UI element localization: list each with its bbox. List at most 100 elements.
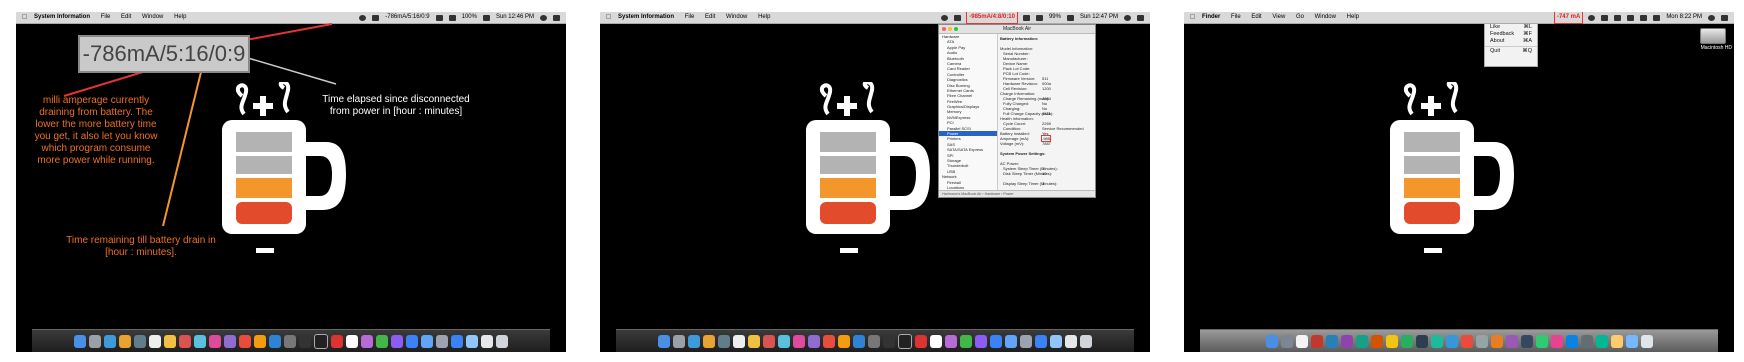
- menu-view[interactable]: View: [1272, 14, 1285, 20]
- finder-icon[interactable]: [658, 334, 670, 348]
- app-icon[interactable]: [990, 334, 1002, 348]
- menu-go[interactable]: Go: [1296, 14, 1304, 20]
- app-icon[interactable]: [1415, 334, 1428, 348]
- app-icon[interactable]: [1610, 334, 1623, 348]
- itunes-icon[interactable]: [793, 334, 805, 348]
- chrome-icon[interactable]: [703, 334, 715, 348]
- notes-icon[interactable]: [1385, 334, 1398, 348]
- terminal-icon[interactable]: [883, 334, 895, 348]
- battery-icon[interactable]: [1653, 14, 1661, 21]
- app-icon[interactable]: [823, 334, 835, 348]
- app-icon[interactable]: [1005, 334, 1017, 348]
- app-icon[interactable]: [1430, 334, 1443, 348]
- apple-icon[interactable]: : [606, 12, 611, 23]
- app-icon[interactable]: [1580, 334, 1593, 348]
- app-menu[interactable]: Finder: [1202, 14, 1220, 20]
- app-icon[interactable]: [1520, 334, 1533, 348]
- menu-item-feedback[interactable]: Feedback ⌘F: [1485, 31, 1537, 38]
- app-icon[interactable]: [1475, 334, 1488, 348]
- wifi-icon[interactable]: [1022, 14, 1030, 21]
- app-icon[interactable]: [1505, 334, 1518, 348]
- notes-icon[interactable]: [164, 334, 176, 348]
- menu-help[interactable]: Help: [1347, 14, 1359, 20]
- app-icon[interactable]: [361, 334, 373, 348]
- safari-icon[interactable]: [104, 334, 116, 348]
- app-icon[interactable]: [436, 334, 448, 348]
- search-icon[interactable]: [1708, 14, 1715, 21]
- folder-icon[interactable]: [451, 334, 463, 348]
- hard-disk-icon[interactable]: [1700, 28, 1726, 44]
- menu-edit[interactable]: Edit: [705, 14, 715, 20]
- app-icon[interactable]: [406, 334, 418, 348]
- volume-icon[interactable]: [1640, 14, 1648, 21]
- finder-icon[interactable]: [1265, 334, 1278, 348]
- menu-window[interactable]: Window: [1315, 14, 1336, 20]
- zoom-icon[interactable]: [954, 27, 958, 31]
- battery-percent[interactable]: 99%: [1049, 12, 1061, 23]
- app-icon[interactable]: [1280, 334, 1293, 348]
- app-icon[interactable]: [1325, 334, 1338, 348]
- amperage-readout[interactable]: -985mA/4:8/0:10: [966, 12, 1018, 24]
- menu-help[interactable]: Help: [758, 14, 770, 20]
- trash-icon[interactable]: [496, 334, 508, 348]
- app-icon[interactable]: [239, 334, 251, 348]
- activity-monitor-icon[interactable]: [898, 333, 912, 349]
- app-icon[interactable]: [331, 334, 343, 348]
- document-icon[interactable]: [1065, 334, 1077, 348]
- window-titlebar[interactable]: MacBook Air: [939, 25, 1095, 34]
- app-icon[interactable]: [718, 334, 730, 348]
- app-icon[interactable]: [1535, 334, 1548, 348]
- coffee-app-icon[interactable]: [346, 334, 358, 348]
- downloads-icon[interactable]: [466, 334, 478, 348]
- app-icon[interactable]: [1550, 334, 1563, 348]
- terminal-icon[interactable]: [299, 334, 311, 348]
- safari-icon[interactable]: [688, 334, 700, 348]
- app-icon[interactable]: [1595, 334, 1608, 348]
- launchpad-icon[interactable]: [673, 334, 685, 348]
- app-store-icon[interactable]: [853, 334, 865, 348]
- downloads-icon[interactable]: [1050, 334, 1062, 348]
- app-icon[interactable]: [975, 334, 987, 348]
- system-preferences-icon[interactable]: [868, 334, 880, 348]
- itunes-icon[interactable]: [209, 334, 221, 348]
- menu-item-like[interactable]: Like ⌘L: [1485, 24, 1537, 31]
- trash-icon[interactable]: [1640, 334, 1653, 348]
- battery-icon[interactable]: [1066, 14, 1074, 21]
- app-icon[interactable]: [134, 334, 146, 348]
- whatsapp-icon[interactable]: [960, 334, 972, 348]
- folder-icon[interactable]: [1035, 334, 1047, 348]
- hard-disk-label[interactable]: Macintosh HD: [1701, 45, 1732, 51]
- app-icon[interactable]: [1460, 334, 1473, 348]
- app-icon[interactable]: [1020, 334, 1032, 348]
- menu-edit[interactable]: Edit: [1251, 14, 1261, 20]
- app-icon[interactable]: [1400, 334, 1413, 348]
- activity-monitor-icon[interactable]: [314, 333, 328, 349]
- search-icon[interactable]: [1124, 14, 1131, 21]
- app-icon[interactable]: [915, 334, 927, 348]
- apple-icon[interactable]: : [1190, 12, 1195, 23]
- app-icon[interactable]: [194, 334, 206, 348]
- app-icon[interactable]: [1340, 334, 1353, 348]
- app-icon[interactable]: [254, 334, 266, 348]
- folder-icon[interactable]: [1625, 334, 1638, 348]
- whatsapp-icon[interactable]: [376, 334, 388, 348]
- photos-icon[interactable]: [763, 334, 775, 348]
- app-icon[interactable]: [224, 334, 236, 348]
- launchpad-icon[interactable]: [89, 334, 101, 348]
- photos-icon[interactable]: [179, 334, 191, 348]
- app-icon[interactable]: [1310, 334, 1323, 348]
- status-icon[interactable]: [941, 14, 949, 21]
- app-icon[interactable]: [945, 334, 957, 348]
- coffee-app-icon[interactable]: [930, 334, 942, 348]
- menu-file[interactable]: File: [1231, 14, 1241, 20]
- volume-icon[interactable]: [1035, 14, 1043, 21]
- amperage-readout[interactable]: -747 mA: [1553, 12, 1584, 24]
- finder-icon[interactable]: [74, 334, 86, 348]
- app-icon[interactable]: [808, 334, 820, 348]
- app-menu[interactable]: System Information: [618, 14, 674, 20]
- document-icon[interactable]: [481, 334, 493, 348]
- notification-center-icon[interactable]: [1137, 14, 1144, 21]
- close-icon[interactable]: [942, 27, 946, 31]
- app-icon[interactable]: [838, 334, 850, 348]
- system-preferences-icon[interactable]: [284, 334, 296, 348]
